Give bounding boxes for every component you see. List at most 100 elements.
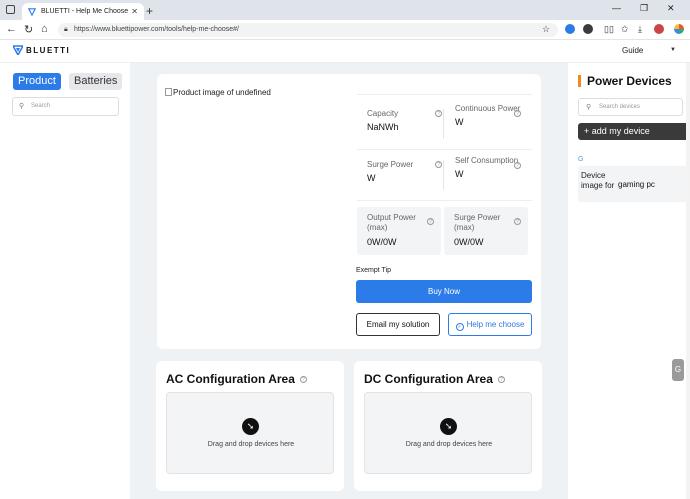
help-icon[interactable]: ? xyxy=(435,110,442,117)
device-image: Device image for xyxy=(581,171,615,190)
spec-value: NaNWh xyxy=(367,122,399,132)
buy-now-button[interactable]: Buy Now xyxy=(356,280,532,303)
tab-batteries[interactable]: Batteries xyxy=(69,73,123,90)
new-tab-button[interactable]: + xyxy=(146,4,153,18)
add-my-device-button[interactable]: + add my device xyxy=(578,123,690,140)
search-icon: ⚲ xyxy=(586,104,592,111)
power-devices-title-text: Power Devices xyxy=(587,74,672,88)
page-scrollbar[interactable] xyxy=(686,63,690,499)
help-icon[interactable]: ? xyxy=(514,218,521,225)
divider xyxy=(443,109,444,139)
main-area: Product image of undefined Capacity NaNW… xyxy=(130,63,568,499)
browser-tab-strip: BLUETTI - Help Me Choose ✕ + — ❐ ✕ xyxy=(0,0,690,20)
search-placeholder: Search xyxy=(31,103,51,109)
spec-label: Output Power (max) xyxy=(367,213,416,232)
url-text: https://www.bluettipower.com/tools/help-… xyxy=(74,26,239,33)
device-group-letter: G xyxy=(578,156,584,163)
help-icon[interactable]: ? xyxy=(497,375,505,383)
accent-bar xyxy=(578,75,581,87)
bluetti-logo[interactable]: BLUETTI xyxy=(13,45,70,55)
output-power-box: Output Power (max) 0W/0W ? xyxy=(357,207,441,255)
home-icon[interactable]: ⌂ xyxy=(41,23,48,35)
minimize-icon[interactable]: — xyxy=(612,3,621,13)
exempt-tip[interactable]: Exempt Tip xyxy=(356,267,391,274)
tab-title: BLUETTI - Help Me Choose xyxy=(41,8,129,15)
tab-product[interactable]: Product xyxy=(13,73,61,90)
spec-value: 0W/0W xyxy=(367,237,397,247)
device-name: gaming pc xyxy=(618,180,655,189)
help-me-choose-button[interactable]: ✓ Help me choose xyxy=(448,313,532,336)
maximize-icon[interactable]: ❐ xyxy=(640,3,648,14)
help-me-choose-label: Help me choose xyxy=(466,320,525,329)
downloads-icon[interactable]: ⤓ xyxy=(638,24,642,35)
ac-title-text: AC Configuration Area xyxy=(166,372,295,386)
favorite-star-icon[interactable]: ☆ xyxy=(542,24,550,35)
power-devices-title: Power Devices xyxy=(578,74,672,88)
help-icon[interactable]: ? xyxy=(435,161,442,168)
broken-image-icon xyxy=(165,88,172,96)
tab-actions-icon[interactable] xyxy=(6,5,15,14)
spec-value: 0W/0W xyxy=(454,237,484,247)
drop-hint: Drag and drop devices here xyxy=(405,441,493,448)
site-header: BLUETTI Guide ▼ xyxy=(0,40,690,63)
split-view-icon[interactable]: ▯▯ xyxy=(604,24,614,35)
spec-self-consumption: Self Consumption W ? xyxy=(455,156,521,179)
url-bar[interactable]: 🔒︎ https://www.bluettipower.com/tools/he… xyxy=(58,23,558,37)
help-icon[interactable]: ? xyxy=(514,162,521,169)
divider xyxy=(357,200,532,201)
drop-arrow-icon: ➘ xyxy=(440,418,457,435)
extension-icon[interactable] xyxy=(583,24,593,34)
close-tab-icon[interactable]: ✕ xyxy=(131,7,138,16)
device-item[interactable]: Device image for gaming pc xyxy=(578,166,688,202)
divider xyxy=(357,94,532,95)
lock-icon: 🔒︎ xyxy=(64,26,68,33)
spec-label: Surge Power (max) xyxy=(454,213,501,232)
dc-dropzone[interactable]: ➘ Drag and drop devices here xyxy=(364,392,532,474)
product-card: Product image of undefined Capacity NaNW… xyxy=(157,74,541,349)
product-search-input[interactable]: ⚲ Search xyxy=(12,97,119,116)
dc-configuration-area: DC Configuration Area ? ➘ Drag and drop … xyxy=(354,361,542,491)
favorites-icon[interactable]: ✩ xyxy=(621,24,629,35)
spec-value: W xyxy=(367,173,376,183)
dc-title: DC Configuration Area ? xyxy=(364,372,505,386)
ac-dropzone[interactable]: ➘ Drag and drop devices here xyxy=(166,392,334,474)
address-toolbar: ← ↻ ⌂ 🔒︎ https://www.bluettipower.com/to… xyxy=(0,20,690,40)
spec-value: W xyxy=(455,169,464,179)
profile-avatar[interactable] xyxy=(654,24,664,34)
spec-surge-power: Surge Power W ? xyxy=(367,160,452,183)
product-image-alt: Product image of undefined xyxy=(173,88,271,97)
help-icon[interactable]: ? xyxy=(514,110,521,117)
bluetti-favicon-icon xyxy=(28,7,36,16)
email-solution-button[interactable]: Email my solution xyxy=(356,313,440,336)
chevron-down-icon[interactable]: ▼ xyxy=(670,47,676,53)
close-window-icon[interactable]: ✕ xyxy=(667,3,675,14)
device-search-input[interactable]: ⚲ Search devices xyxy=(578,98,683,116)
product-image: Product image of undefined xyxy=(165,88,271,97)
divider xyxy=(357,149,532,150)
ac-title: AC Configuration Area ? xyxy=(166,372,307,386)
guide-link[interactable]: Guide xyxy=(622,46,643,55)
left-panel: Product Batteries ⚲ Search xyxy=(0,63,130,499)
logo-mark-icon xyxy=(13,45,23,55)
reload-icon[interactable]: ↻ xyxy=(24,23,33,36)
divider xyxy=(443,160,444,190)
ac-configuration-area: AC Configuration Area ? ➘ Drag and drop … xyxy=(156,361,344,491)
spec-label: Self Consumption xyxy=(455,156,519,165)
search-icon: ⚲ xyxy=(19,103,25,110)
floating-side-badge[interactable]: G xyxy=(672,359,684,381)
help-icon[interactable]: ? xyxy=(299,375,307,383)
drop-hint: Drag and drop devices here xyxy=(207,441,295,448)
device-search-placeholder: Search devices xyxy=(599,104,641,110)
extension-icon[interactable] xyxy=(565,24,575,34)
spec-capacity: Capacity NaNWh ? xyxy=(367,109,452,132)
power-devices-panel: Power Devices ⚲ Search devices + add my … xyxy=(568,63,690,499)
back-icon[interactable]: ← xyxy=(6,23,17,35)
spec-label: Continuous Power xyxy=(455,104,521,113)
copilot-icon[interactable] xyxy=(674,24,684,34)
help-icon[interactable]: ? xyxy=(427,218,434,225)
spec-continuous-power: Continuous Power W ? xyxy=(455,104,521,127)
surge-power-max-box: Surge Power (max) 0W/0W ? xyxy=(444,207,528,255)
dc-title-text: DC Configuration Area xyxy=(364,372,493,386)
browser-tab[interactable]: BLUETTI - Help Me Choose ✕ xyxy=(22,3,144,20)
spec-value: W xyxy=(455,117,464,127)
